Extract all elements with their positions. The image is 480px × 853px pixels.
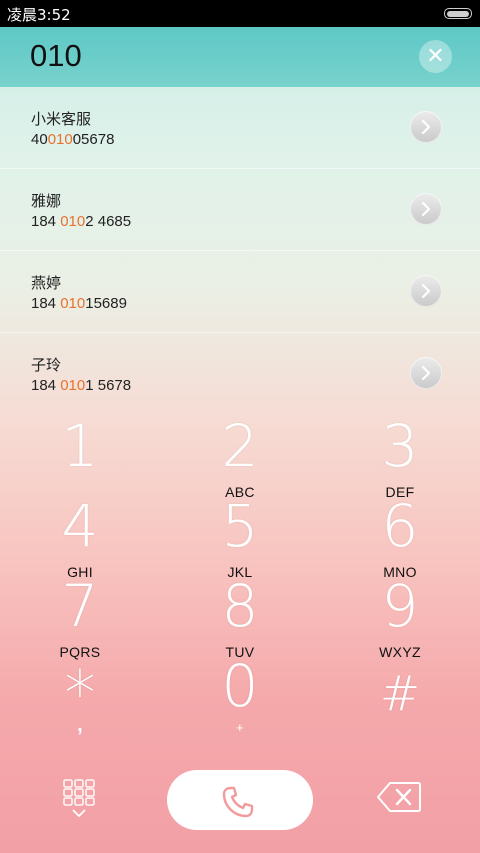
bottom-action-bar [0,768,480,832]
contact-name: 雅娜 [31,192,62,210]
contact-detail-button[interactable] [410,111,442,143]
match-highlight: 010 [60,213,86,230]
close-icon: ✕ [426,44,445,69]
keypad-grid-icon [63,779,95,817]
contact-name: 子玲 [31,356,62,374]
chevron-right-icon [421,283,431,299]
contact-item[interactable]: 燕婷 184 01015689 [0,251,480,333]
chevron-right-icon [421,119,431,135]
contact-name: 小米客服 [31,110,92,128]
phone-icon [222,786,254,818]
key-3[interactable]: 3 DEF [320,412,480,500]
backspace-icon [377,782,421,812]
contact-detail-button[interactable] [410,357,442,389]
contact-number: 4001005678 [31,131,115,148]
key-9[interactable]: 9 WXYZ [320,572,480,660]
dialed-number-field[interactable]: 010 [30,38,82,74]
contact-name: 燕婷 [31,274,62,292]
call-button[interactable] [167,770,313,830]
key-6[interactable]: 6 MNO [320,492,480,580]
contact-item[interactable]: 雅娜 184 0102 4685 [0,169,480,251]
contact-number: 184 0102 4685 [31,213,132,230]
match-highlight: 010 [60,377,86,394]
status-time: 凌晨3:52 [7,6,71,24]
key-8[interactable]: 8 TUV [160,572,320,660]
key-hash[interactable]: # [320,652,480,732]
contact-suggestions-list: 小米客服 4001005678 雅娜 184 0102 4685 燕婷 184 … [0,87,480,415]
chevron-right-icon [421,201,431,217]
key-0[interactable]: 0 + [160,652,320,735]
key-5[interactable]: 5 JKL [160,492,320,580]
clear-button[interactable]: ✕ [419,40,452,73]
battery-icon [444,8,472,19]
match-highlight: 010 [47,131,73,148]
contact-number: 184 01015689 [31,295,127,312]
key-2[interactable]: 2 ABC [160,412,320,500]
match-highlight: 010 [60,295,86,312]
key-7[interactable]: 7 PQRS [0,572,160,660]
key-4[interactable]: 4 GHI [0,492,160,580]
dial-header: 010 ✕ [0,27,480,87]
delete-button[interactable] [376,780,422,814]
contact-detail-button[interactable] [410,275,442,307]
chevron-right-icon [421,365,431,381]
key-star[interactable]: * , [0,652,160,737]
contact-detail-button[interactable] [410,193,442,225]
contact-number: 184 0101 5678 [31,377,132,394]
contact-item[interactable]: 子玲 184 0101 5678 [0,333,480,415]
status-bar: 凌晨3:52 [0,0,480,27]
keypad-toggle-button[interactable] [62,778,96,818]
key-1[interactable]: 1 [0,412,160,492]
contact-item[interactable]: 小米客服 4001005678 [0,87,480,169]
